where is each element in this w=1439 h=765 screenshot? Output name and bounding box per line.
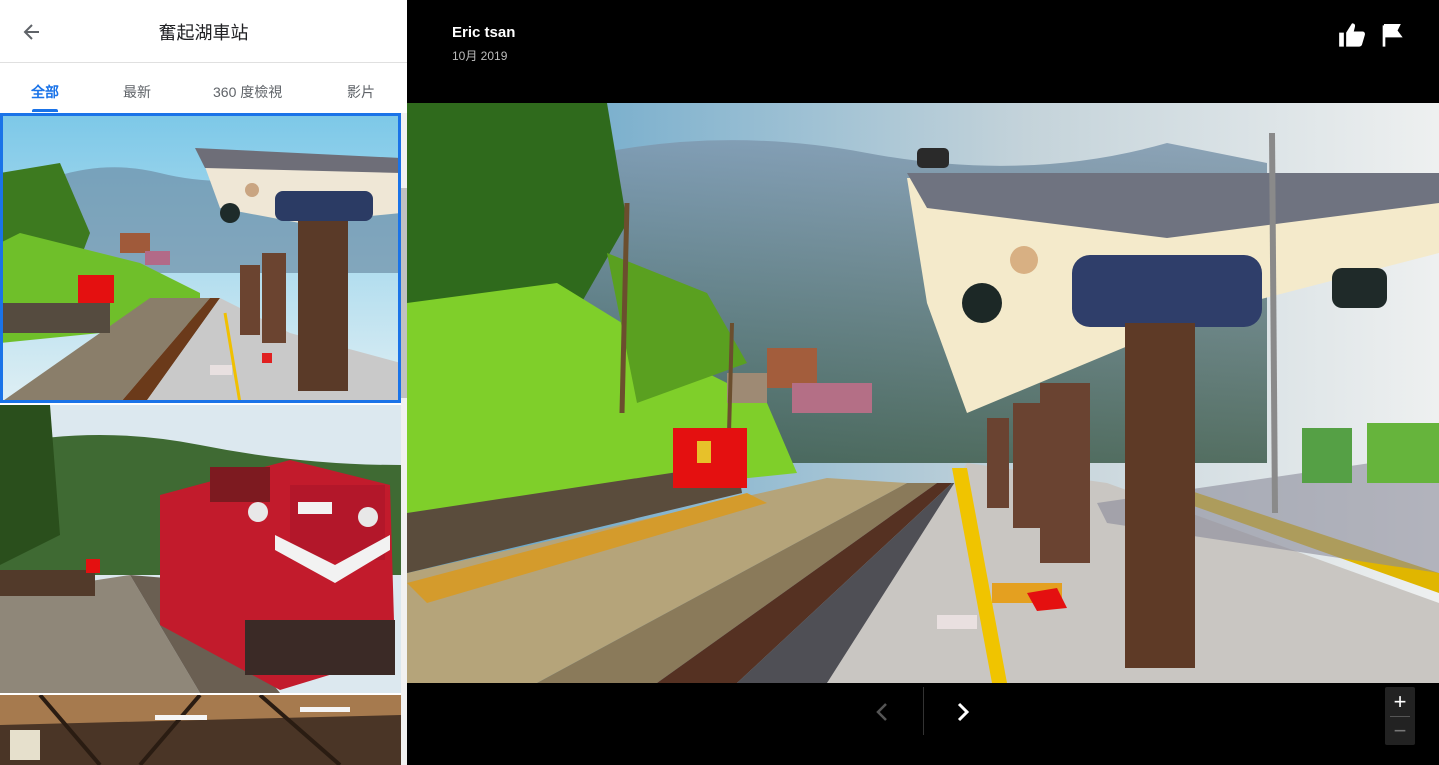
like-button[interactable] [1338, 22, 1366, 48]
photo-thumbnail-station[interactable] [0, 113, 401, 403]
report-button[interactable] [1381, 24, 1403, 48]
photo-panel: 奮起湖車站 全部 最新 360 度檢視 影片 [0, 0, 407, 765]
tab-latest[interactable]: 最新 [123, 82, 151, 102]
main-photo[interactable] [407, 103, 1439, 683]
photo-thumbnail-locomotive[interactable] [0, 405, 401, 693]
station-platform-large-image [407, 103, 1439, 683]
tab-360-view[interactable]: 360 度檢視 [213, 82, 282, 102]
nav-divider [923, 687, 924, 735]
tab-bar: 全部 最新 360 度檢視 影片 [0, 63, 407, 114]
next-photo-button[interactable] [943, 690, 983, 734]
photo-date: 10月 2019 [452, 49, 508, 63]
chevron-right-icon [957, 702, 970, 722]
flag-icon [1382, 24, 1403, 47]
chevron-left-icon [876, 703, 887, 721]
active-tab-indicator [32, 109, 58, 112]
page-title: 奮起湖車站 [158, 23, 249, 43]
previous-photo-button[interactable] [862, 690, 902, 734]
photo-thumbnail-roof[interactable] [0, 695, 401, 765]
thumbs-up-icon [1339, 23, 1365, 47]
panel-header: 奮起湖車站 [0, 0, 407, 63]
author-name[interactable]: Eric tsan [452, 24, 515, 41]
tab-videos[interactable]: 影片 [347, 82, 375, 102]
zoom-out-button[interactable]: − [1385, 717, 1415, 745]
photo-viewer: Eric tsan 10月 2019 + − [407, 0, 1439, 765]
station-platform-image [0, 113, 401, 403]
zoom-control: + − [1385, 687, 1415, 745]
zoom-in-button[interactable]: + [1385, 688, 1415, 716]
locomotive-image [0, 405, 401, 693]
roof-image [0, 695, 401, 765]
tab-all[interactable]: 全部 [31, 82, 59, 102]
